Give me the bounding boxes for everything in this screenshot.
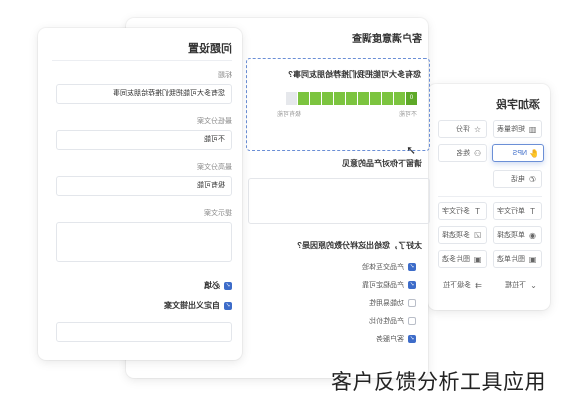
settings-divider bbox=[52, 60, 232, 61]
field-cascade-button[interactable]: ⇉ 多级下拉 bbox=[438, 276, 487, 294]
nps-scale: 0 bbox=[286, 92, 417, 105]
nps-right-label: 极有可能 bbox=[276, 112, 301, 118]
min-score-input[interactable]: 不可能 bbox=[56, 130, 232, 150]
field-matrix-label: 矩阵量表 bbox=[497, 126, 525, 133]
checkbox-checked-icon[interactable]: ✓ bbox=[224, 301, 232, 310]
field-image-multi-button[interactable]: ▣ 图片多选 bbox=[438, 250, 487, 268]
nps-question-block[interactable]: 您有多大可能把我们推荐给朋友同事? 0 不可能 极有可能 bbox=[246, 58, 430, 151]
multiline-icon: T bbox=[475, 206, 480, 216]
field-library-panel: 添加字段 ▥ 矩阵量表 ☆ 评分 ✋ NPS ⚇ 姓名 ✆ 电话 T 单行文字 … bbox=[428, 84, 550, 310]
phone-icon: ✆ bbox=[529, 174, 536, 184]
field-dropdown-label: 下拉框 bbox=[505, 282, 526, 289]
nps-question-text: 您有多大可能把我们推荐给朋友同事? bbox=[288, 70, 421, 79]
field-image-multi-label: 图片多选 bbox=[442, 256, 470, 263]
caption-text: 客户反馈分析工具应用 bbox=[331, 370, 546, 394]
settings-title: 问题设置 bbox=[188, 43, 232, 55]
nps-option-8[interactable] bbox=[310, 92, 321, 105]
checkbox-checked-icon[interactable]: ✓ bbox=[408, 263, 416, 271]
reason-option-2[interactable]: ✓ 产品稳定可靠 bbox=[362, 280, 416, 290]
library-divider bbox=[438, 196, 542, 197]
custom-error-input[interactable] bbox=[56, 322, 232, 342]
survey-title: 客户满意度调查 bbox=[352, 34, 422, 45]
reason-option-4[interactable]: 产品性价比 bbox=[369, 316, 416, 326]
checkbox-icon[interactable] bbox=[408, 317, 416, 325]
field-rating-label: 评分 bbox=[456, 126, 470, 133]
max-score-label: 最高分文案 bbox=[197, 164, 232, 171]
feedback-question-text: 请留下你对产品的意见 bbox=[342, 159, 422, 168]
hint-textarea[interactable] bbox=[56, 222, 232, 262]
field-image-single-label: 图片单选 bbox=[497, 256, 525, 263]
checkbox-checked-icon[interactable]: ✓ bbox=[224, 281, 232, 290]
field-single-choice-label: 单项选择 bbox=[497, 232, 525, 239]
matrix-icon: ▥ bbox=[528, 124, 537, 134]
hint-label: 提示文案 bbox=[204, 210, 232, 217]
star-icon: ☆ bbox=[473, 124, 482, 134]
checkbox-icon[interactable] bbox=[408, 299, 416, 307]
field-name-label: 姓名 bbox=[456, 150, 470, 157]
field-single-choice-button[interactable]: ◉ 单项选择 bbox=[493, 226, 542, 244]
nps-option-7[interactable] bbox=[322, 92, 333, 105]
question-settings-panel: 问题设置 标题 您有多大可能把我们推荐给朋友同事 最低分文案 不可能 最高分文案… bbox=[38, 28, 242, 360]
field-nps-button[interactable]: ✋ NPS bbox=[492, 144, 544, 162]
field-rating-button[interactable]: ☆ 评分 bbox=[438, 120, 487, 138]
image-icon: ▣ bbox=[528, 254, 537, 264]
nps-option-1[interactable] bbox=[394, 92, 405, 105]
title-field-label: 标题 bbox=[218, 72, 232, 79]
field-phone-label: 电话 bbox=[511, 176, 525, 183]
custom-error-label: 自定义出错文案 bbox=[164, 301, 220, 310]
radio-icon: ◉ bbox=[529, 230, 536, 240]
max-score-input[interactable]: 极有可能 bbox=[56, 176, 232, 196]
required-label: 必填 bbox=[204, 281, 220, 290]
mouse-cursor-icon: ➚ bbox=[405, 143, 416, 157]
reason-option-3[interactable]: 功能易用性 bbox=[369, 298, 416, 308]
field-nps-label: NPS bbox=[512, 149, 527, 157]
min-score-label: 最低分文案 bbox=[197, 118, 232, 125]
person-icon: ⚇ bbox=[473, 148, 482, 158]
checkbox-icon: ☑ bbox=[473, 230, 482, 240]
field-single-text-label: 单行文字 bbox=[497, 208, 525, 215]
nps-left-label: 不可能 bbox=[398, 112, 417, 118]
field-library-title: 添加字段 bbox=[496, 99, 540, 111]
title-input[interactable]: 您有多大可能把我们推荐给朋友同事 bbox=[56, 84, 232, 104]
custom-error-toggle[interactable]: ✓ 自定义出错文案 bbox=[164, 300, 232, 311]
field-image-single-button[interactable]: ▣ 图片单选 bbox=[493, 250, 542, 268]
reason-option-label: 产品稳定可靠 bbox=[362, 282, 404, 289]
nps-option-9[interactable] bbox=[298, 92, 309, 105]
nps-option-10[interactable] bbox=[286, 92, 297, 105]
checkbox-checked-icon[interactable]: ✓ bbox=[408, 281, 416, 289]
reason-option-label: 产品交互体验 bbox=[362, 264, 404, 271]
nps-option-0[interactable]: 0 bbox=[406, 92, 417, 105]
field-matrix-button[interactable]: ▥ 矩阵量表 bbox=[493, 120, 542, 138]
image-multi-icon: ▣ bbox=[473, 254, 482, 264]
reason-option-label: 客户服务 bbox=[376, 336, 404, 343]
reason-question-text: 太好了，您给出这样分数的原因是? bbox=[297, 241, 422, 250]
field-cascade-label: 多级下拉 bbox=[443, 282, 471, 289]
reason-option-1[interactable]: ✓ 产品交互体验 bbox=[362, 262, 416, 272]
field-single-text-button[interactable]: T 单行文字 bbox=[493, 202, 542, 220]
thumbs-up-icon: ✋ bbox=[529, 148, 539, 158]
cascade-icon: ⇉ bbox=[475, 280, 482, 290]
reason-option-label: 产品性价比 bbox=[369, 318, 404, 325]
field-dropdown-button[interactable]: ⌄ 下拉框 bbox=[493, 276, 542, 294]
reason-option-label: 功能易用性 bbox=[369, 300, 404, 307]
feedback-textarea[interactable] bbox=[248, 178, 430, 224]
nps-option-5[interactable] bbox=[346, 92, 357, 105]
field-multi-choice-label: 多项选择 bbox=[442, 232, 470, 239]
field-multi-text-label: 多行文字 bbox=[442, 208, 470, 215]
reason-option-5[interactable]: ✓ 客户服务 bbox=[376, 334, 416, 344]
nps-option-2[interactable] bbox=[382, 92, 393, 105]
field-name-button[interactable]: ⚇ 姓名 bbox=[438, 144, 487, 162]
checkbox-checked-icon[interactable]: ✓ bbox=[408, 335, 416, 343]
nps-option-6[interactable] bbox=[334, 92, 345, 105]
nps-option-3[interactable] bbox=[370, 92, 381, 105]
required-toggle[interactable]: ✓ 必填 bbox=[204, 280, 232, 291]
field-phone-button[interactable]: ✆ 电话 bbox=[493, 170, 542, 188]
dropdown-icon: ⌄ bbox=[530, 280, 537, 290]
field-multi-text-button[interactable]: T 多行文字 bbox=[438, 202, 487, 220]
text-icon: T bbox=[530, 206, 535, 216]
mirrored-screenshot: 添加字段 ▥ 矩阵量表 ☆ 评分 ✋ NPS ⚇ 姓名 ✆ 电话 T 单行文字 … bbox=[0, 0, 588, 400]
nps-option-4[interactable] bbox=[358, 92, 369, 105]
field-multi-choice-button[interactable]: ☑ 多项选择 bbox=[438, 226, 487, 244]
